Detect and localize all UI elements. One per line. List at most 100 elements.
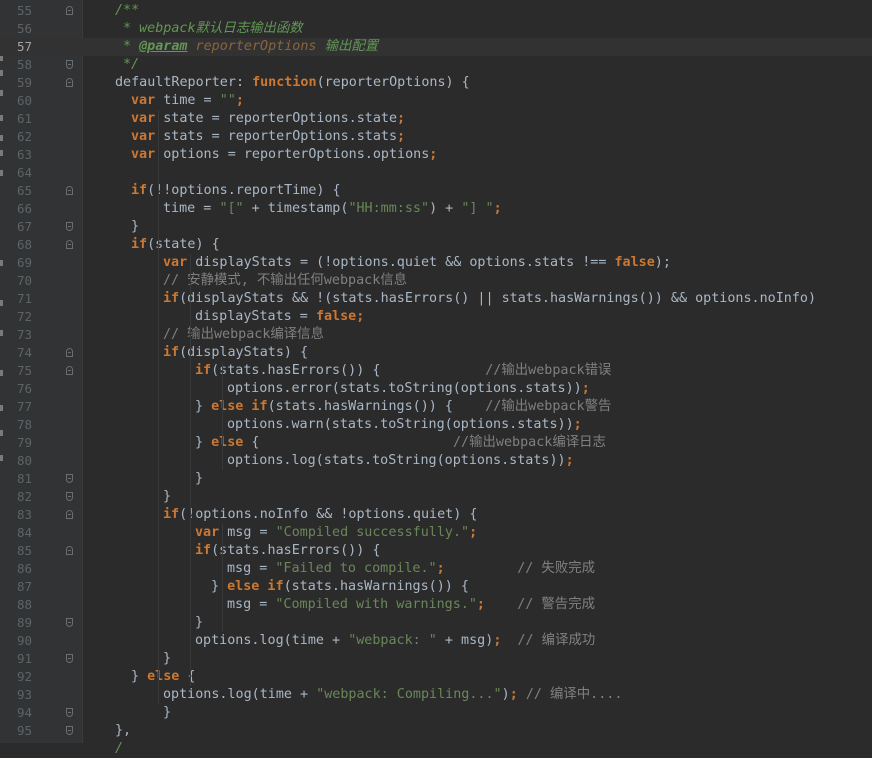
code-editor[interactable]: 55 /** 56 * webpack默认日志输出函数 57 * @param repor… bbox=[0, 0, 872, 756]
code-line[interactable]: 58 */ bbox=[0, 56, 872, 74]
code-text[interactable]: // 输出webpack编译信息 bbox=[163, 326, 324, 344]
code-line[interactable]: 93 options.log(time + "webpack: Compiling… bbox=[0, 686, 872, 704]
code-text[interactable]: } bbox=[163, 488, 171, 506]
code-text[interactable]: }, bbox=[115, 722, 131, 740]
code-text[interactable]: time = "[" + timestamp("HH:mm:ss") + "] … bbox=[163, 200, 502, 218]
code-text[interactable]: var stats = reporterOptions.stats; bbox=[131, 128, 405, 146]
fold-open-icon[interactable] bbox=[66, 186, 73, 195]
code-line[interactable]: 60 var time = ""; bbox=[0, 92, 872, 110]
code-text[interactable]: msg = "Compiled with warnings."; // 警告完成 bbox=[227, 596, 595, 614]
fold-open-icon[interactable] bbox=[66, 240, 73, 249]
code-text[interactable]: } else { bbox=[131, 668, 196, 686]
code-line[interactable]: 69 var displayStats = (!options.quiet && … bbox=[0, 254, 872, 272]
code-text[interactable]: options.log(stats.toString(options.stats… bbox=[227, 452, 574, 470]
code-line[interactable]: 64 bbox=[0, 164, 872, 182]
code-line[interactable]: 85 if(stats.hasErrors()) { bbox=[0, 542, 872, 560]
code-text[interactable]: if(!options.noInfo && !options.quiet) { bbox=[163, 506, 477, 524]
code-text[interactable]: var displayStats = (!options.quiet && op… bbox=[163, 254, 671, 272]
code-text[interactable]: // 安静模式, 不输出任何webpack信息 bbox=[163, 272, 407, 290]
code-text[interactable]: options.error(stats.toString(options.sta… bbox=[227, 380, 590, 398]
code-line[interactable]: 77} else if(stats.hasWarnings()) { //输出w… bbox=[0, 398, 872, 416]
line-number: 85 bbox=[16, 543, 32, 558]
code-line[interactable]: 91} bbox=[0, 650, 872, 668]
fold-end-icon[interactable] bbox=[66, 618, 73, 627]
fold-end-icon[interactable] bbox=[66, 654, 73, 663]
fold-end-icon[interactable] bbox=[66, 60, 73, 69]
code-text[interactable]: * webpack默认日志输出函数 bbox=[123, 20, 303, 38]
code-line[interactable]: 90 options.log(time + "webpack: " + msg);… bbox=[0, 632, 872, 650]
code-line[interactable]: 68 if(state) { bbox=[0, 236, 872, 254]
code-line[interactable]: 67} bbox=[0, 218, 872, 236]
code-text[interactable]: } bbox=[131, 218, 139, 236]
code-line[interactable]: 83 if(!options.noInfo && !options.quiet) … bbox=[0, 506, 872, 524]
code-text[interactable]: if(displayStats && !(stats.hasErrors() |… bbox=[163, 290, 816, 308]
code-line[interactable]: 94} bbox=[0, 704, 872, 722]
code-line[interactable]: 82} bbox=[0, 488, 872, 506]
code-line[interactable]: 56 * webpack默认日志输出函数 bbox=[0, 20, 872, 38]
fold-open-icon[interactable] bbox=[66, 546, 73, 555]
code-line[interactable]: 79} else { //输出webpack编译日志 bbox=[0, 434, 872, 452]
code-line[interactable]: 87} else if(stats.hasWarnings()) { bbox=[0, 578, 872, 596]
code-text[interactable]: var time = ""; bbox=[131, 92, 244, 110]
code-line[interactable]: 57 * @param reporterOptions 输出配置 bbox=[0, 38, 872, 56]
fold-open-icon[interactable] bbox=[66, 348, 73, 357]
fold-open-icon[interactable] bbox=[66, 78, 73, 87]
code-text[interactable]: msg = "Failed to compile."; // 失败完成 bbox=[227, 560, 595, 578]
code-text[interactable]: if(stats.hasErrors()) { //输出webpack错误 bbox=[195, 362, 611, 380]
code-line[interactable]: 55 /** bbox=[0, 2, 872, 20]
code-line[interactable]: 88 msg = "Compiled with warnings."; // 警告… bbox=[0, 596, 872, 614]
fold-end-icon[interactable] bbox=[66, 492, 73, 501]
code-text[interactable]: var msg = "Compiled successfully."; bbox=[195, 524, 477, 542]
code-line[interactable]: 80 options.log(stats.toString(options.sta… bbox=[0, 452, 872, 470]
code-token: ; bbox=[509, 687, 526, 702]
fold-end-icon[interactable] bbox=[66, 474, 73, 483]
code-text[interactable]: } else if(stats.hasWarnings()) { bbox=[211, 578, 469, 596]
code-line[interactable]: 62 var stats = reporterOptions.stats; bbox=[0, 128, 872, 146]
code-line[interactable]: 81} bbox=[0, 470, 872, 488]
fold-open-icon[interactable] bbox=[66, 366, 73, 375]
code-token: ; bbox=[493, 633, 518, 648]
code-text[interactable]: /** bbox=[115, 2, 139, 20]
code-text[interactable]: var options = reporterOptions.options; bbox=[131, 146, 437, 164]
fold-open-icon[interactable] bbox=[66, 510, 73, 519]
code-line[interactable]: 63 var options = reporterOptions.options; bbox=[0, 146, 872, 164]
fold-end-icon[interactable] bbox=[66, 726, 73, 735]
code-line[interactable]: 74 if(displayStats) { bbox=[0, 344, 872, 362]
code-text[interactable]: } else { //输出webpack编译日志 bbox=[195, 434, 606, 452]
fold-open-icon[interactable] bbox=[66, 6, 73, 15]
code-line[interactable]: 86 msg = "Failed to compile."; // 失败完成 bbox=[0, 560, 872, 578]
code-text[interactable]: } bbox=[163, 650, 171, 668]
code-text[interactable]: */ bbox=[123, 56, 139, 74]
code-line[interactable]: 75 if(stats.hasErrors()) { //输出webpack错误 bbox=[0, 362, 872, 380]
code-line[interactable]: 78 options.warn(stats.toString(options.st… bbox=[0, 416, 872, 434]
fold-end-icon[interactable] bbox=[66, 222, 73, 231]
code-text[interactable]: if(displayStats) { bbox=[163, 344, 308, 362]
code-line[interactable]: 66 time = "[" + timestamp("HH:mm:ss") + "… bbox=[0, 200, 872, 218]
code-line[interactable]: 73 // 输出webpack编译信息 bbox=[0, 326, 872, 344]
code-text[interactable]: options.log(time + "webpack: " + msg); /… bbox=[195, 632, 595, 650]
code-line[interactable]: 84 var msg = "Compiled successfully."; bbox=[0, 524, 872, 542]
fold-end-icon[interactable] bbox=[66, 708, 73, 717]
code-line[interactable]: 92} else { bbox=[0, 668, 872, 686]
code-text[interactable]: } bbox=[195, 470, 203, 488]
code-text[interactable]: if(!!options.reportTime) { bbox=[131, 182, 341, 200]
code-text[interactable]: var state = reporterOptions.state; bbox=[131, 110, 405, 128]
code-text[interactable]: } else if(stats.hasWarnings()) { //输出web… bbox=[195, 398, 611, 416]
code-line[interactable]: 65 if(!!options.reportTime) { bbox=[0, 182, 872, 200]
code-line[interactable]: 71 if(displayStats && !(stats.hasErrors()… bbox=[0, 290, 872, 308]
code-line[interactable]: 72 displayStats = false; bbox=[0, 308, 872, 326]
code-line[interactable]: 70 // 安静模式, 不输出任何webpack信息 bbox=[0, 272, 872, 290]
code-text[interactable]: } bbox=[163, 704, 171, 722]
code-line[interactable]: 59 defaultReporter: function(reporterOpti… bbox=[0, 74, 872, 92]
code-text[interactable]: options.log(time + "webpack: Compiling..… bbox=[163, 686, 622, 704]
code-text[interactable]: if(state) { bbox=[131, 236, 220, 254]
code-text[interactable]: * @param reporterOptions 输出配置 bbox=[123, 38, 378, 56]
code-line[interactable]: 76 options.error(stats.toString(options.s… bbox=[0, 380, 872, 398]
code-line[interactable]: 95}, bbox=[0, 722, 872, 740]
code-text[interactable]: options.warn(stats.toString(options.stat… bbox=[227, 416, 582, 434]
code-line[interactable]: 61 var state = reporterOptions.state; bbox=[0, 110, 872, 128]
code-text[interactable]: displayStats = false; bbox=[195, 308, 364, 326]
code-text[interactable]: defaultReporter: function(reporterOption… bbox=[115, 74, 470, 92]
code-text[interactable]: } bbox=[195, 614, 203, 632]
code-line[interactable]: 89} bbox=[0, 614, 872, 632]
